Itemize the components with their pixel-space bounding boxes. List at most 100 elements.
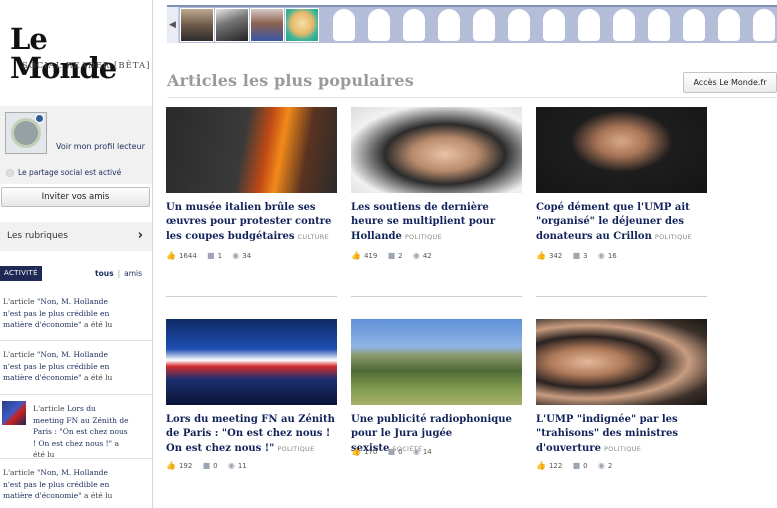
article-stats: 👍 192 ■ 0 ◉ 11 xyxy=(166,461,338,471)
eye-icon: ◉ xyxy=(232,251,240,260)
sidebar: Le Monde SOCIAL READER [BÊTA] Voir mon p… xyxy=(0,0,153,508)
activity-item: L'article "Non, M. Hollande n'est pas le… xyxy=(0,465,152,508)
article-title[interactable]: Lors du meeting FN au Zénith de Paris : … xyxy=(166,413,338,456)
like-count: 1644 xyxy=(178,251,197,260)
facebook-badge-icon xyxy=(35,114,44,123)
like-count: 419 xyxy=(363,251,378,260)
friend-avatar[interactable] xyxy=(180,8,214,42)
view-count: 14 xyxy=(422,447,432,456)
comment-count: 3 xyxy=(583,251,588,260)
comment-icon: ■ xyxy=(387,447,396,456)
article-image[interactable] xyxy=(536,319,707,405)
activity-item: L'article "Non, M. Hollande n'est pas le… xyxy=(0,294,152,341)
eye-icon: ◉ xyxy=(412,447,420,456)
profile-box: Voir mon profil lecteur Le partage socia… xyxy=(0,106,152,184)
activity-item: L'article "Non, M. Hollande n'est pas le… xyxy=(0,347,152,395)
comment-count: 1 xyxy=(217,251,223,260)
like-count: 122 xyxy=(548,461,563,470)
like-icon: 👍 xyxy=(351,447,361,456)
empty-friend-slot xyxy=(508,9,530,41)
article-image[interactable] xyxy=(166,107,337,193)
article-stats: 👍 1644 ■ 1 ◉ 34 xyxy=(166,251,338,261)
empty-friend-slot xyxy=(718,9,740,41)
eye-icon: ◉ xyxy=(412,251,420,260)
like-count: 170 xyxy=(363,447,378,456)
friends-strip: ◀ xyxy=(167,5,777,43)
view-profile-link[interactable]: Voir mon profil lecteur xyxy=(56,142,145,151)
row-divider xyxy=(351,296,522,297)
article-image[interactable] xyxy=(351,319,522,405)
comment-count: 2 xyxy=(398,251,403,260)
like-count: 342 xyxy=(548,251,563,260)
filter-all-link[interactable]: tous xyxy=(95,269,114,278)
like-icon: 👍 xyxy=(351,251,361,260)
comment-count: 0 xyxy=(583,461,588,470)
friend-avatar[interactable] xyxy=(285,8,319,42)
activity-suffix: a été lu xyxy=(81,320,113,329)
comment-icon: ■ xyxy=(207,251,215,260)
sections-menu[interactable]: Les rubriques › xyxy=(0,222,152,251)
empty-friend-slot xyxy=(333,9,355,41)
activity-prefix: L'article xyxy=(3,350,37,359)
empty-friend-slot xyxy=(473,9,495,41)
scroll-left-arrow-icon[interactable]: ◀ xyxy=(167,7,179,43)
comment-icon: ■ xyxy=(202,461,211,470)
friend-avatar[interactable] xyxy=(215,8,249,42)
article-rubric: CULTURE xyxy=(297,232,330,241)
empty-friend-slot xyxy=(613,9,635,41)
activity-prefix: L'article xyxy=(3,297,37,306)
header-divider xyxy=(167,97,777,98)
like-icon: 👍 xyxy=(536,461,546,470)
empty-friend-slot xyxy=(753,9,775,41)
friend-avatar[interactable] xyxy=(250,8,284,42)
activity-suffix: a été lu xyxy=(81,373,113,382)
article-title[interactable]: Copé dément que l'UMP ait "organisé" le … xyxy=(536,201,708,244)
eye-icon: ◉ xyxy=(597,251,605,260)
article-stats: 👍 419 ■ 2 ◉ 42 xyxy=(351,251,523,261)
activity-tag: ACTIVITÉ xyxy=(0,266,42,281)
comment-icon: ■ xyxy=(572,251,581,260)
like-icon: 👍 xyxy=(536,251,546,260)
social-sharing-status: Le partage social est activé xyxy=(6,168,121,177)
activity-item: L'article Lors du meeting FN au Zénith d… xyxy=(0,401,152,459)
comment-count: 0 xyxy=(213,461,218,470)
activity-suffix: a été lu xyxy=(81,491,113,500)
empty-friend-slot xyxy=(543,9,565,41)
view-count: 11 xyxy=(237,461,247,470)
sections-menu-label: Les rubriques xyxy=(7,231,68,241)
avatar[interactable] xyxy=(5,112,47,154)
like-icon: 👍 xyxy=(166,461,176,470)
empty-friend-slot xyxy=(648,9,670,41)
empty-friend-slot xyxy=(683,9,705,41)
comment-count: 0 xyxy=(398,447,403,456)
activity-header: ACTIVITÉ tous | amis xyxy=(0,266,152,282)
article-title[interactable]: Les soutiens de dernière heure se multip… xyxy=(351,201,523,244)
chevron-right-icon: › xyxy=(137,228,143,243)
le-monde-logo[interactable]: Le Monde xyxy=(10,25,140,83)
article-rubric: POLITIQUE xyxy=(277,444,315,453)
invite-friends-button[interactable]: Inviter vos amis xyxy=(1,187,150,207)
article-image[interactable] xyxy=(536,107,707,193)
social-sharing-status-text: Le partage social est activé xyxy=(18,168,122,177)
article-image[interactable] xyxy=(166,319,337,405)
row-divider xyxy=(166,296,337,297)
article-title[interactable]: L'UMP "indignée" par les "trahisons" des… xyxy=(536,413,708,456)
eye-icon: ◉ xyxy=(227,461,235,470)
lemonde-site-button[interactable]: Accès Le Monde.fr xyxy=(683,72,777,93)
article-stats: 👍 122 ■ 0 ◉ 2 xyxy=(536,461,708,471)
comment-icon: ■ xyxy=(387,251,396,260)
article-rubric: POLITIQUE xyxy=(603,444,642,453)
article-image[interactable] xyxy=(351,107,522,193)
activity-prefix: L'article xyxy=(3,468,37,477)
activity-thumbnail[interactable] xyxy=(2,401,26,425)
view-count: 42 xyxy=(422,251,432,260)
activity-filter: tous | amis xyxy=(95,269,142,278)
eye-icon: ◉ xyxy=(597,461,605,470)
article-stats: 👍 342 ■ 3 ◉ 16 xyxy=(536,251,708,261)
view-count: 16 xyxy=(607,251,617,260)
status-dot-icon xyxy=(6,169,14,177)
article-stats: 👍 170 ■ 0 ◉ 14 xyxy=(351,447,523,457)
article-title[interactable]: Un musée italien brûle ses œuvres pour p… xyxy=(166,201,338,244)
empty-friend-slot xyxy=(403,9,425,41)
filter-friends-link[interactable]: amis xyxy=(124,269,142,278)
